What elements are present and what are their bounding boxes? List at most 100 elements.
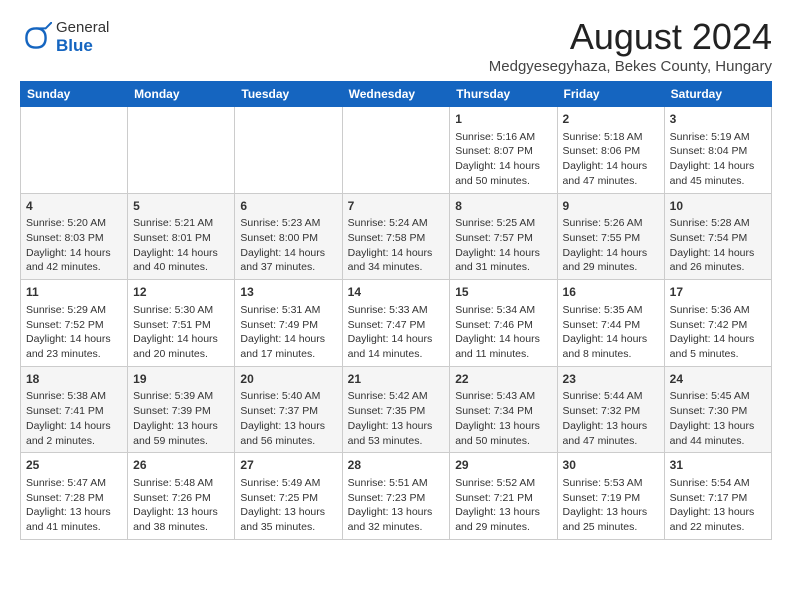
- calendar-cell: 18Sunrise: 5:38 AMSunset: 7:41 PMDayligh…: [21, 366, 128, 453]
- day-info: Sunrise: 5:36 AM: [670, 303, 766, 318]
- day-info: Daylight: 13 hours: [133, 419, 229, 434]
- calendar-cell: 3Sunrise: 5:19 AMSunset: 8:04 PMDaylight…: [664, 107, 771, 194]
- day-info: and 5 minutes.: [670, 347, 766, 362]
- day-info: and 40 minutes.: [133, 260, 229, 275]
- day-number: 15: [455, 284, 551, 301]
- calendar-cell: [342, 107, 450, 194]
- day-number: 1: [455, 111, 551, 128]
- calendar-cell: [21, 107, 128, 194]
- day-header-friday: Friday: [557, 82, 664, 107]
- day-info: and 8 minutes.: [563, 347, 659, 362]
- day-info: Sunrise: 5:31 AM: [240, 303, 336, 318]
- day-number: 21: [348, 371, 445, 388]
- day-info: Sunrise: 5:26 AM: [563, 216, 659, 231]
- day-info: Sunset: 7:46 PM: [455, 318, 551, 333]
- calendar-cell: [128, 107, 235, 194]
- logo-icon: [20, 22, 52, 54]
- day-info: and 23 minutes.: [26, 347, 122, 362]
- day-info: and 41 minutes.: [26, 520, 122, 535]
- day-info: Daylight: 14 hours: [133, 332, 229, 347]
- day-info: Sunset: 7:34 PM: [455, 404, 551, 419]
- day-info: Sunrise: 5:20 AM: [26, 216, 122, 231]
- calendar-cell: 16Sunrise: 5:35 AMSunset: 7:44 PMDayligh…: [557, 280, 664, 367]
- week-row-4: 18Sunrise: 5:38 AMSunset: 7:41 PMDayligh…: [21, 366, 772, 453]
- day-info: Sunrise: 5:44 AM: [563, 389, 659, 404]
- calendar-cell: 9Sunrise: 5:26 AMSunset: 7:55 PMDaylight…: [557, 193, 664, 280]
- day-info: Sunset: 7:47 PM: [348, 318, 445, 333]
- day-info: Daylight: 14 hours: [670, 246, 766, 261]
- calendar-subtitle: Medgyesegyhaza, Bekes County, Hungary: [489, 58, 772, 75]
- calendar-cell: 21Sunrise: 5:42 AMSunset: 7:35 PMDayligh…: [342, 366, 450, 453]
- day-info: Sunrise: 5:21 AM: [133, 216, 229, 231]
- day-info: Daylight: 14 hours: [26, 246, 122, 261]
- day-number: 3: [670, 111, 766, 128]
- day-number: 26: [133, 457, 229, 474]
- calendar-cell: 27Sunrise: 5:49 AMSunset: 7:25 PMDayligh…: [235, 453, 342, 540]
- calendar-title: August 2024: [489, 16, 772, 58]
- calendar-cell: 15 Sunrise: 5:34 AMSunset: 7:46 PMDayligh…: [450, 280, 557, 367]
- day-info: Sunrise: 5:34 AM: [455, 303, 551, 318]
- day-info: Sunset: 7:35 PM: [348, 404, 445, 419]
- day-number: 19: [133, 371, 229, 388]
- day-info: and 38 minutes.: [133, 520, 229, 535]
- day-number: 7: [348, 198, 445, 215]
- calendar-cell: 12Sunrise: 5:30 AMSunset: 7:51 PMDayligh…: [128, 280, 235, 367]
- day-info: Daylight: 13 hours: [348, 505, 445, 520]
- day-header-thursday: Thursday: [450, 82, 557, 107]
- calendar-cell: 7Sunrise: 5:24 AMSunset: 7:58 PMDaylight…: [342, 193, 450, 280]
- day-info: and 47 minutes.: [563, 174, 659, 189]
- calendar-cell: 25Sunrise: 5:47 AMSunset: 7:28 PMDayligh…: [21, 453, 128, 540]
- day-info: and 29 minutes.: [563, 260, 659, 275]
- day-info: Daylight: 14 hours: [240, 332, 336, 347]
- day-info: Daylight: 13 hours: [133, 505, 229, 520]
- day-header-saturday: Saturday: [664, 82, 771, 107]
- week-row-5: 25Sunrise: 5:47 AMSunset: 7:28 PMDayligh…: [21, 453, 772, 540]
- day-number: 24: [670, 371, 766, 388]
- day-info: and 59 minutes.: [133, 434, 229, 449]
- day-number: 27: [240, 457, 336, 474]
- day-info: and 50 minutes.: [455, 434, 551, 449]
- week-row-3: 11Sunrise: 5:29 AMSunset: 7:52 PMDayligh…: [21, 280, 772, 367]
- day-info: Daylight: 13 hours: [348, 419, 445, 434]
- calendar-cell: 30Sunrise: 5:53 AMSunset: 7:19 PMDayligh…: [557, 453, 664, 540]
- day-info: Sunset: 7:23 PM: [348, 491, 445, 506]
- day-info: Sunrise: 5:53 AM: [563, 476, 659, 491]
- day-number: 8: [455, 198, 551, 215]
- day-info: and 56 minutes.: [240, 434, 336, 449]
- calendar-cell: 23Sunrise: 5:44 AMSunset: 7:32 PMDayligh…: [557, 366, 664, 453]
- day-info: Daylight: 14 hours: [670, 159, 766, 174]
- day-info: Sunrise: 5:42 AM: [348, 389, 445, 404]
- calendar-cell: 24Sunrise: 5:45 AMSunset: 7:30 PMDayligh…: [664, 366, 771, 453]
- calendar-cell: 22Sunrise: 5:43 AMSunset: 7:34 PMDayligh…: [450, 366, 557, 453]
- calendar-cell: 13Sunrise: 5:31 AMSunset: 7:49 PMDayligh…: [235, 280, 342, 367]
- calendar-cell: 29Sunrise: 5:52 AMSunset: 7:21 PMDayligh…: [450, 453, 557, 540]
- day-info: Sunrise: 5:49 AM: [240, 476, 336, 491]
- day-info: Sunrise: 5:19 AM: [670, 130, 766, 145]
- calendar-cell: 10Sunrise: 5:28 AMSunset: 7:54 PMDayligh…: [664, 193, 771, 280]
- day-info: Sunset: 7:58 PM: [348, 231, 445, 246]
- day-info: Sunset: 7:44 PM: [563, 318, 659, 333]
- day-info: and 11 minutes.: [455, 347, 551, 362]
- day-info: Sunrise: 5:52 AM: [455, 476, 551, 491]
- day-info: and 35 minutes.: [240, 520, 336, 535]
- day-info: Daylight: 14 hours: [348, 332, 445, 347]
- day-info: and 29 minutes.: [455, 520, 551, 535]
- day-info: Daylight: 14 hours: [455, 332, 551, 347]
- day-info: Sunset: 8:01 PM: [133, 231, 229, 246]
- day-header-monday: Monday: [128, 82, 235, 107]
- day-info: Daylight: 13 hours: [670, 505, 766, 520]
- calendar-cell: 11Sunrise: 5:29 AMSunset: 7:52 PMDayligh…: [21, 280, 128, 367]
- day-info: Sunset: 7:25 PM: [240, 491, 336, 506]
- day-info: Sunrise: 5:51 AM: [348, 476, 445, 491]
- day-info: Sunrise: 5:29 AM: [26, 303, 122, 318]
- day-info: and 50 minutes.: [455, 174, 551, 189]
- calendar-cell: 5Sunrise: 5:21 AMSunset: 8:01 PMDaylight…: [128, 193, 235, 280]
- day-number: 16: [563, 284, 659, 301]
- day-info: and 26 minutes.: [670, 260, 766, 275]
- header: General Blue August 2024 Medgyesegyhaza,…: [20, 16, 772, 75]
- day-info: and 42 minutes.: [26, 260, 122, 275]
- day-info: Sunrise: 5:43 AM: [455, 389, 551, 404]
- day-info: Sunset: 7:19 PM: [563, 491, 659, 506]
- day-info: Sunrise: 5:33 AM: [348, 303, 445, 318]
- day-info: Sunset: 7:30 PM: [670, 404, 766, 419]
